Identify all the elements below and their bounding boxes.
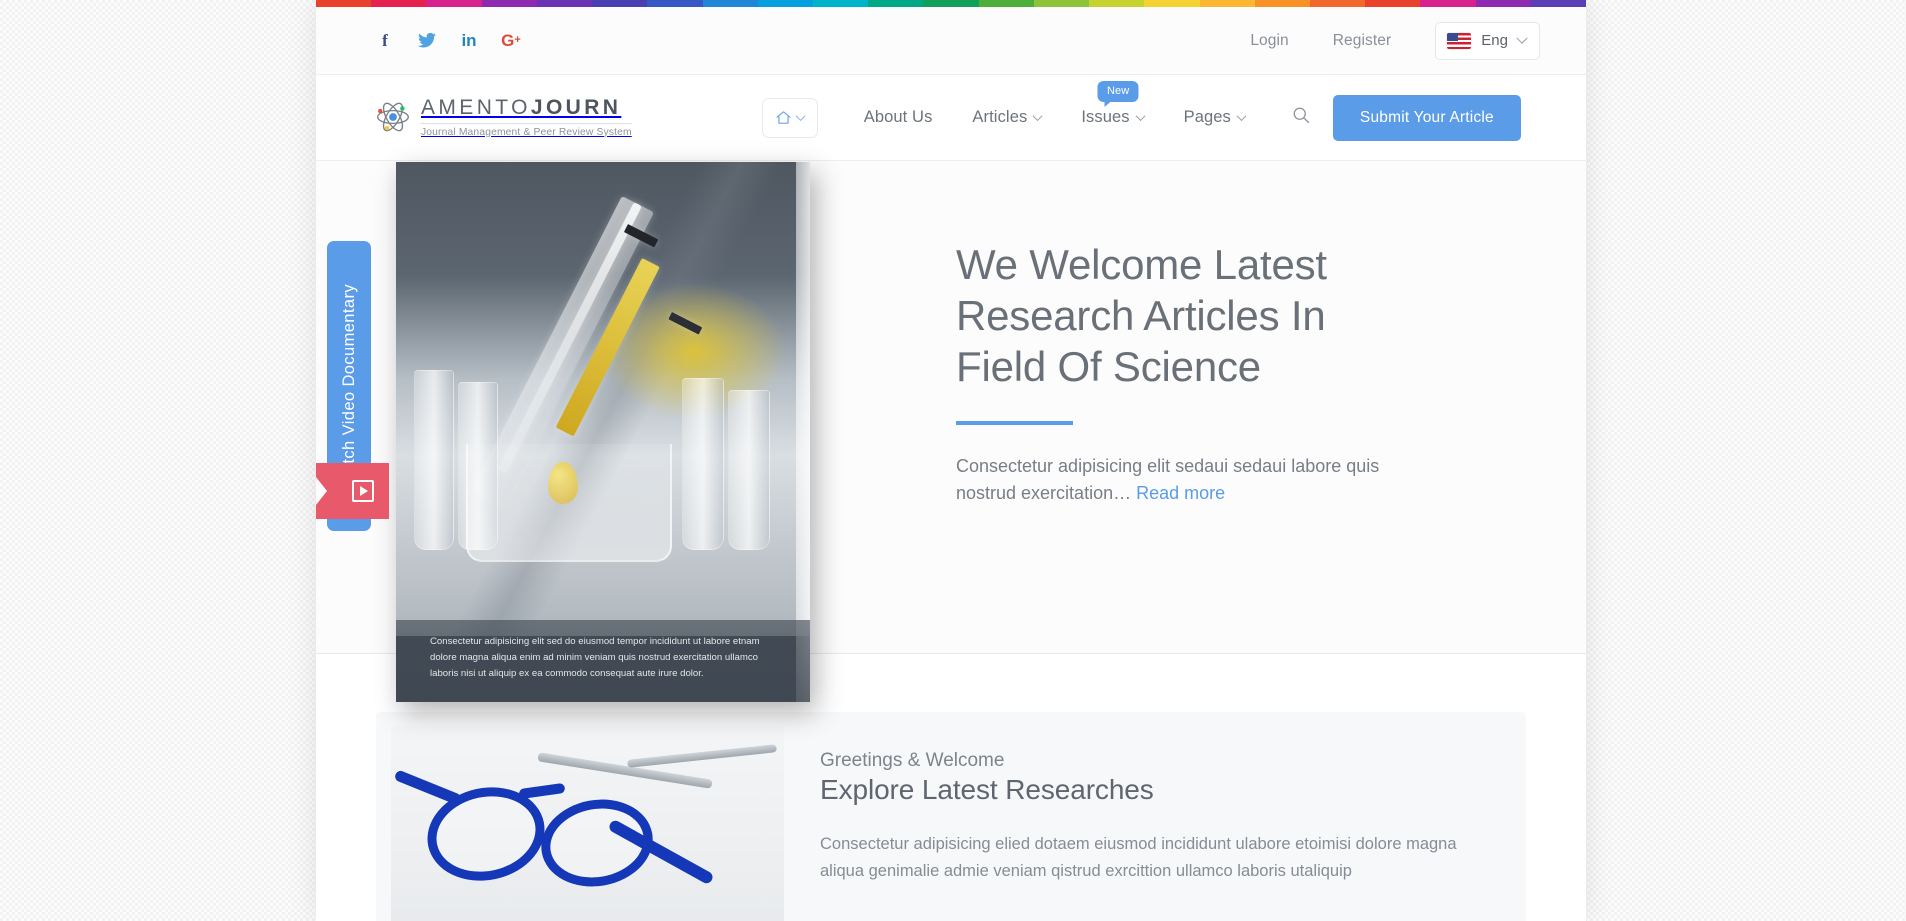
home-icon bbox=[776, 111, 791, 124]
test-tube-4 bbox=[728, 390, 770, 550]
rainbow-segment-21 bbox=[1475, 0, 1531, 7]
rainbow-segment-7 bbox=[702, 0, 758, 7]
top-bar: f in G + Login Register Eng bbox=[316, 7, 1586, 75]
glasses-arm-left bbox=[393, 769, 463, 806]
hero-title: We Welcome Latest Research Articles In F… bbox=[956, 241, 1327, 391]
nav-item-pages[interactable]: Pages bbox=[1164, 108, 1265, 127]
welcome-section: Greetings & Welcome Explore Latest Resea… bbox=[376, 712, 1526, 921]
cover-photo bbox=[396, 162, 810, 636]
us-flag-icon bbox=[1447, 32, 1472, 49]
rainbow-segment-19 bbox=[1365, 0, 1421, 7]
welcome-title: Explore Latest Researches bbox=[820, 774, 1154, 805]
register-link[interactable]: Register bbox=[1333, 32, 1392, 50]
language-selector[interactable]: Eng bbox=[1435, 21, 1540, 60]
rainbow-segment-10 bbox=[868, 0, 924, 7]
beaker bbox=[466, 444, 672, 562]
rainbow-segment-0 bbox=[316, 0, 372, 7]
rainbow-segment-11 bbox=[923, 0, 979, 7]
site-header: AMENTOJOURN Journal Management & Peer Re… bbox=[316, 75, 1586, 161]
google-plus-icon[interactable]: G + bbox=[501, 30, 521, 52]
hero-section: Watch Video Documentary Journal Of bbox=[316, 161, 1586, 702]
welcome-text-block: Greetings & Welcome Explore Latest Resea… bbox=[784, 712, 1526, 921]
page-container: f in G + Login Register Eng AMENTOJOURN … bbox=[316, 0, 1586, 921]
top-bar-right: Login Register Eng bbox=[1250, 21, 1540, 60]
language-label: Eng bbox=[1481, 32, 1508, 49]
rainbow-segment-18 bbox=[1309, 0, 1366, 7]
nav-item-issues[interactable]: New Issues bbox=[1061, 81, 1163, 127]
welcome-kicker: Greetings & Welcome bbox=[820, 750, 1005, 771]
chevron-down-icon bbox=[1032, 111, 1043, 122]
film-play-icon bbox=[352, 480, 374, 502]
hero-description: Consectetur adipisicing elit sedaui seda… bbox=[956, 453, 1426, 508]
chevron-down-icon bbox=[1135, 111, 1146, 122]
nav-label: Pages bbox=[1183, 108, 1231, 126]
logo-text: AMENTOJOURN Journal Management & Peer Re… bbox=[421, 96, 632, 138]
test-tube-3 bbox=[682, 378, 724, 550]
rainbow-segment-12 bbox=[978, 0, 1034, 7]
rainbow-segment-8 bbox=[757, 0, 813, 7]
journal-cover-image: Journal Of Science Article Consectetur a… bbox=[396, 162, 810, 702]
rainbow-segment-20 bbox=[1420, 0, 1476, 7]
login-link[interactable]: Login bbox=[1250, 32, 1288, 50]
metal-rod-2 bbox=[626, 744, 778, 768]
rainbow-segment-2 bbox=[426, 0, 482, 7]
brand-name: AMENTOJOURN bbox=[421, 96, 622, 120]
atom-icon bbox=[377, 103, 409, 132]
linkedin-icon[interactable]: in bbox=[460, 30, 478, 52]
facebook-icon[interactable]: f bbox=[376, 30, 394, 52]
main-nav: About Us Articles New Issues Pages Submi… bbox=[761, 81, 1521, 141]
rainbow-segment-1 bbox=[371, 0, 427, 7]
watch-video-label: Watch Video Documentary bbox=[339, 283, 358, 489]
test-tube-1 bbox=[414, 370, 454, 550]
chevron-down-icon bbox=[1236, 111, 1247, 122]
rainbow-segment-16 bbox=[1199, 0, 1255, 7]
nav-label: Issues bbox=[1081, 108, 1130, 126]
brand-tagline: Journal Management & Peer Review System bbox=[421, 122, 632, 138]
rainbow-segment-17 bbox=[1254, 0, 1310, 7]
rainbow-segment-15 bbox=[1144, 0, 1200, 7]
read-more-link[interactable]: Read more bbox=[1136, 483, 1225, 503]
rainbow-stripe bbox=[316, 0, 1586, 7]
hero-divider bbox=[956, 420, 1073, 425]
nav-item-about-us[interactable]: About Us bbox=[844, 108, 953, 127]
rainbow-segment-22 bbox=[1530, 0, 1586, 7]
safety-glasses-image bbox=[391, 726, 784, 921]
rainbow-segment-14 bbox=[1089, 0, 1145, 7]
cover-caption: Consectetur adipisicing elit sed do eius… bbox=[396, 619, 810, 702]
nav-item-articles[interactable]: Articles bbox=[952, 108, 1061, 127]
play-ribbon[interactable] bbox=[316, 463, 389, 519]
pipette-band-2 bbox=[668, 312, 703, 335]
watch-video-tab[interactable]: Watch Video Documentary bbox=[316, 241, 389, 531]
nav-label: Articles bbox=[972, 108, 1028, 126]
glasses-bridge bbox=[518, 782, 566, 800]
chevron-down-icon bbox=[1516, 32, 1528, 44]
rainbow-segment-5 bbox=[592, 0, 648, 7]
rainbow-segment-9 bbox=[812, 0, 869, 7]
rainbow-segment-3 bbox=[481, 0, 537, 7]
submit-article-button[interactable]: Submit Your Article bbox=[1332, 94, 1521, 141]
chevron-down-icon bbox=[795, 111, 806, 122]
rainbow-segment-4 bbox=[536, 0, 593, 7]
rainbow-segment-6 bbox=[647, 0, 703, 7]
search-glyph bbox=[1293, 107, 1310, 124]
status-badge: New bbox=[1097, 81, 1139, 107]
twitter-bird-glyph bbox=[418, 33, 436, 48]
welcome-description: Consectetur adipisicing elied dotaem eiu… bbox=[820, 835, 1457, 880]
hero-text-block: We Welcome Latest Research Articles In F… bbox=[956, 239, 1426, 507]
site-logo[interactable]: AMENTOJOURN Journal Management & Peer Re… bbox=[376, 96, 632, 138]
search-icon[interactable] bbox=[1291, 105, 1311, 130]
rainbow-segment-13 bbox=[1033, 0, 1090, 7]
nav-label: About Us bbox=[863, 108, 933, 126]
social-links: f in G + bbox=[376, 30, 521, 52]
nav-item-home[interactable] bbox=[761, 97, 818, 138]
twitter-icon[interactable] bbox=[418, 30, 436, 52]
